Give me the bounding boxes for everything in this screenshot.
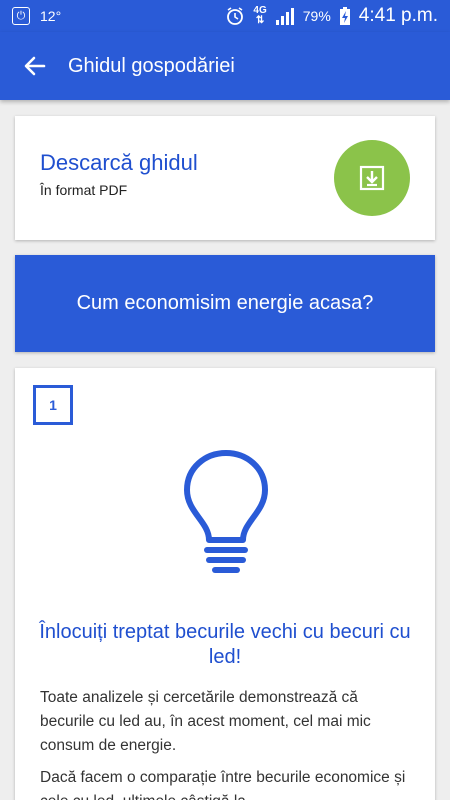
- battery-charging-icon: [339, 7, 350, 25]
- power-icon: ⏻: [12, 7, 30, 25]
- tip-number-badge: 1: [33, 385, 73, 425]
- download-icon: [359, 165, 385, 191]
- lightbulb-icon: [184, 450, 268, 573]
- status-bar: ⏻ 12° 4G ⇅ 79% 4:41 p.m.: [0, 0, 450, 32]
- download-subtitle: În format PDF: [40, 182, 128, 198]
- download-title: Descarcă ghidul: [40, 150, 198, 175]
- temperature: 12°: [40, 8, 62, 24]
- back-button[interactable]: [22, 53, 48, 79]
- tip-card: 1 Înlocuiți treptat becurile vechi cu be…: [15, 368, 435, 800]
- download-guide-card[interactable]: Descarcă ghidul În format PDF: [15, 116, 435, 240]
- download-button[interactable]: [334, 140, 410, 216]
- banner-text: Cum economisim energie acasa?: [76, 292, 374, 314]
- clock: 4:41 p.m.: [358, 5, 438, 26]
- battery-percent: 79%: [302, 8, 331, 24]
- app-bar: Ghidul gospodăriei: [0, 32, 450, 100]
- alarm-icon: [227, 7, 244, 25]
- section-banner: Cum economisim energie acasa?: [15, 255, 435, 352]
- app-title: Ghidul gospodăriei: [68, 54, 235, 77]
- signal-icon: [275, 8, 294, 25]
- tip-paragraph: Dacă facem o comparație între becurile e…: [40, 769, 406, 800]
- network-indicator: 4G ⇅: [253, 5, 267, 26]
- tip-title: Înlocuiți treptat becurile vechi cu becu…: [39, 621, 411, 668]
- back-arrow-icon: [24, 56, 46, 76]
- tip-paragraph: Toate analizele și cercetările demonstre…: [40, 689, 371, 754]
